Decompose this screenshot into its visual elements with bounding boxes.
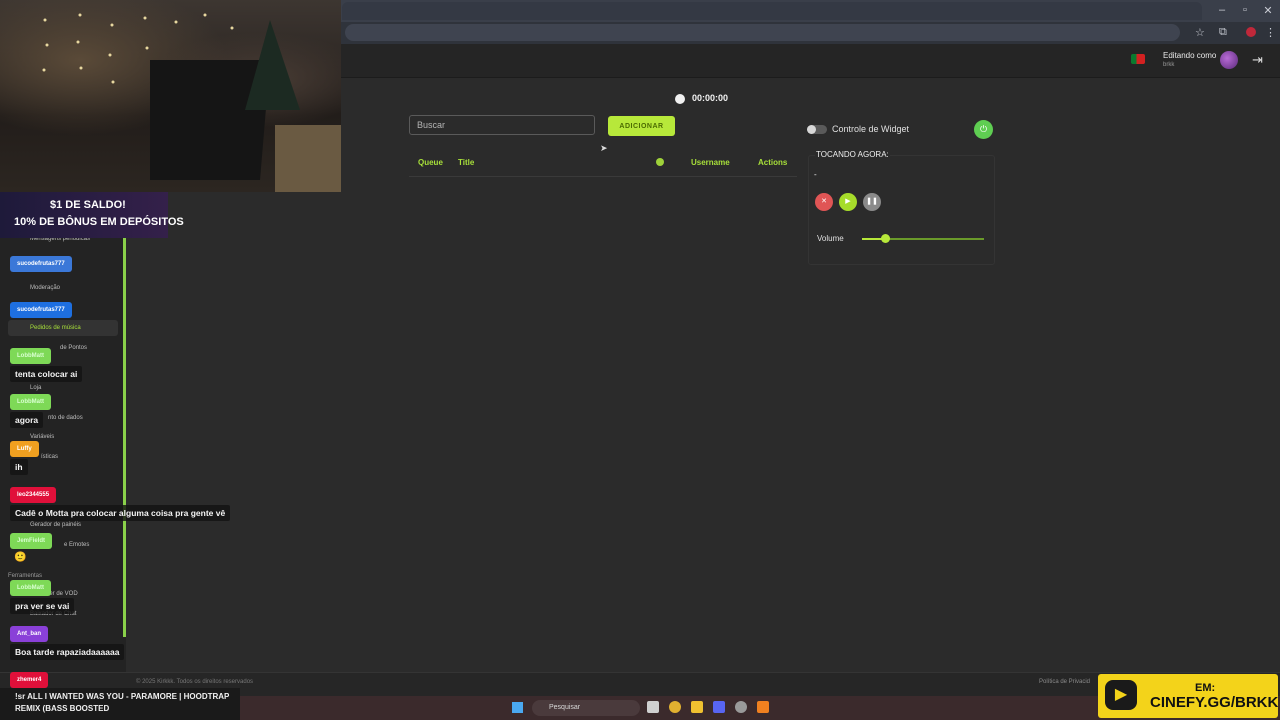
search-input[interactable] — [409, 115, 595, 135]
chat-message: agora — [10, 412, 44, 428]
widget-control-label: Controle de Widget — [832, 124, 910, 134]
sidebar-item-variables[interactable]: Variáveis — [30, 434, 54, 440]
chat-message: pra ver se vai — [10, 598, 75, 614]
toggle-knob — [807, 125, 816, 134]
chat-username: sucodefrutas777 — [10, 302, 72, 318]
extensions-icon[interactable]: ⧉ — [1219, 26, 1227, 39]
duration-clock-icon — [656, 158, 664, 166]
close-window-icon[interactable]: ✕ — [1260, 4, 1276, 17]
sidebar-item-emotes[interactable]: e Emotes — [64, 542, 89, 548]
cinefy-logo-icon: ▶ — [1105, 680, 1137, 710]
sidebar-item-stats[interactable]: ísticas — [41, 454, 58, 460]
browser-menu-icon[interactable]: ⋮ — [1265, 26, 1276, 39]
bookmark-star-icon[interactable]: ☆ — [1195, 26, 1205, 39]
url-field[interactable] — [345, 24, 1180, 41]
queue-timer: 00:00:00 — [692, 93, 729, 103]
skip-button[interactable]: ✕ — [815, 193, 833, 211]
mouse-cursor-icon: ➤ — [600, 143, 608, 153]
task-view-icon[interactable] — [647, 701, 659, 713]
now-playing-overlay-text: !sr ALL I WANTED WAS YOU - PARAMORE | HO… — [15, 692, 230, 713]
chat-username: LobbMatt — [10, 580, 51, 596]
chat-message: Cadê o Motta pra colocar alguma coisa pr… — [10, 505, 231, 521]
footer-copyright: © 2025 Kirkkk. Todos os direitos reserva… — [136, 679, 254, 685]
column-actions: Actions — [758, 158, 788, 167]
sidebar-accent-bar — [123, 232, 126, 637]
chrome-icon[interactable] — [669, 701, 681, 713]
play-button[interactable]: ▶ — [839, 193, 857, 211]
sidebar-item-panel-generator[interactable]: Gerador de painéis — [30, 522, 81, 528]
column-queue: Queue — [418, 158, 443, 167]
logout-icon[interactable]: ⇥ — [1252, 52, 1263, 68]
chat-username: LobbMatt — [10, 348, 51, 364]
chat-message: Boa tarde rapaziadaaaaaa — [10, 644, 125, 660]
vlc-icon[interactable] — [757, 701, 769, 713]
editing-as-label: Editando como — [1163, 51, 1217, 60]
pause-button[interactable]: ❚❚ — [863, 193, 881, 211]
sidebar-item-song-requests[interactable]: Pedidos de música — [30, 325, 81, 331]
avatar[interactable] — [1220, 51, 1238, 69]
chat-username: LobbMatt — [10, 394, 51, 410]
add-button[interactable]: ADICIONAR — [608, 116, 675, 136]
chat-username: leo2344555 — [10, 487, 57, 503]
promo-line-2: 10% DE BÔNUS EM DEPÓSITOS — [14, 216, 184, 228]
now-playing-track: - — [814, 170, 817, 179]
discord-icon[interactable] — [713, 701, 725, 713]
now-playing-panel — [808, 155, 995, 265]
promo-line-1: $1 DE SALDO! — [50, 199, 126, 211]
chat-username: Ant_ban — [10, 626, 48, 642]
volume-handle[interactable] — [881, 234, 890, 243]
power-button[interactable]: ⏻ — [974, 120, 993, 139]
column-username: Username — [691, 158, 730, 167]
sidebar-item-shop[interactable]: Loja — [30, 385, 41, 391]
chat-username: zhemer4 — [10, 672, 49, 688]
browser-tab[interactable] — [342, 2, 1202, 20]
volume-label: Volume — [817, 234, 844, 243]
clock-icon — [675, 94, 685, 104]
chat-message: ih — [10, 459, 28, 475]
privacy-link[interactable]: Política de Privacid — [1039, 679, 1090, 685]
maximize-icon[interactable]: ▫ — [1237, 4, 1253, 16]
editing-username: brkk — [1163, 62, 1175, 68]
windows-start-icon[interactable] — [512, 702, 523, 713]
chat-username: JemFieldt — [10, 533, 53, 549]
taskbar-search[interactable]: Pesquisar — [532, 700, 640, 716]
emote-icon: 🙂 — [14, 552, 27, 563]
file-explorer-icon[interactable] — [691, 701, 703, 713]
chat-message: tenta colocar ai — [10, 366, 83, 382]
sidebar-section-tools: Ferramentas — [8, 573, 43, 579]
sponsor-url: CINEFY.GG/BRKK — [1150, 694, 1279, 711]
column-title: Title — [458, 158, 475, 167]
now-playing-title: TOCANDO AGORA: — [815, 150, 890, 159]
minimize-icon[interactable]: – — [1214, 4, 1230, 16]
sponsor-em: EM: — [1195, 682, 1216, 694]
table-divider — [409, 176, 797, 177]
chat-username: sucodefrutas777 — [10, 256, 72, 272]
language-flag-icon[interactable] — [1131, 54, 1145, 64]
chat-username: Luffy — [10, 441, 39, 457]
settings-icon[interactable] — [735, 701, 747, 713]
webcam-feed — [0, 0, 341, 192]
profile-icon[interactable] — [1246, 27, 1256, 37]
sidebar-item-data[interactable]: nto de dados — [48, 415, 83, 421]
sidebar-item-moderation[interactable]: Moderação — [30, 285, 60, 291]
sidebar-item-points[interactable]: de Pontos — [60, 345, 87, 351]
